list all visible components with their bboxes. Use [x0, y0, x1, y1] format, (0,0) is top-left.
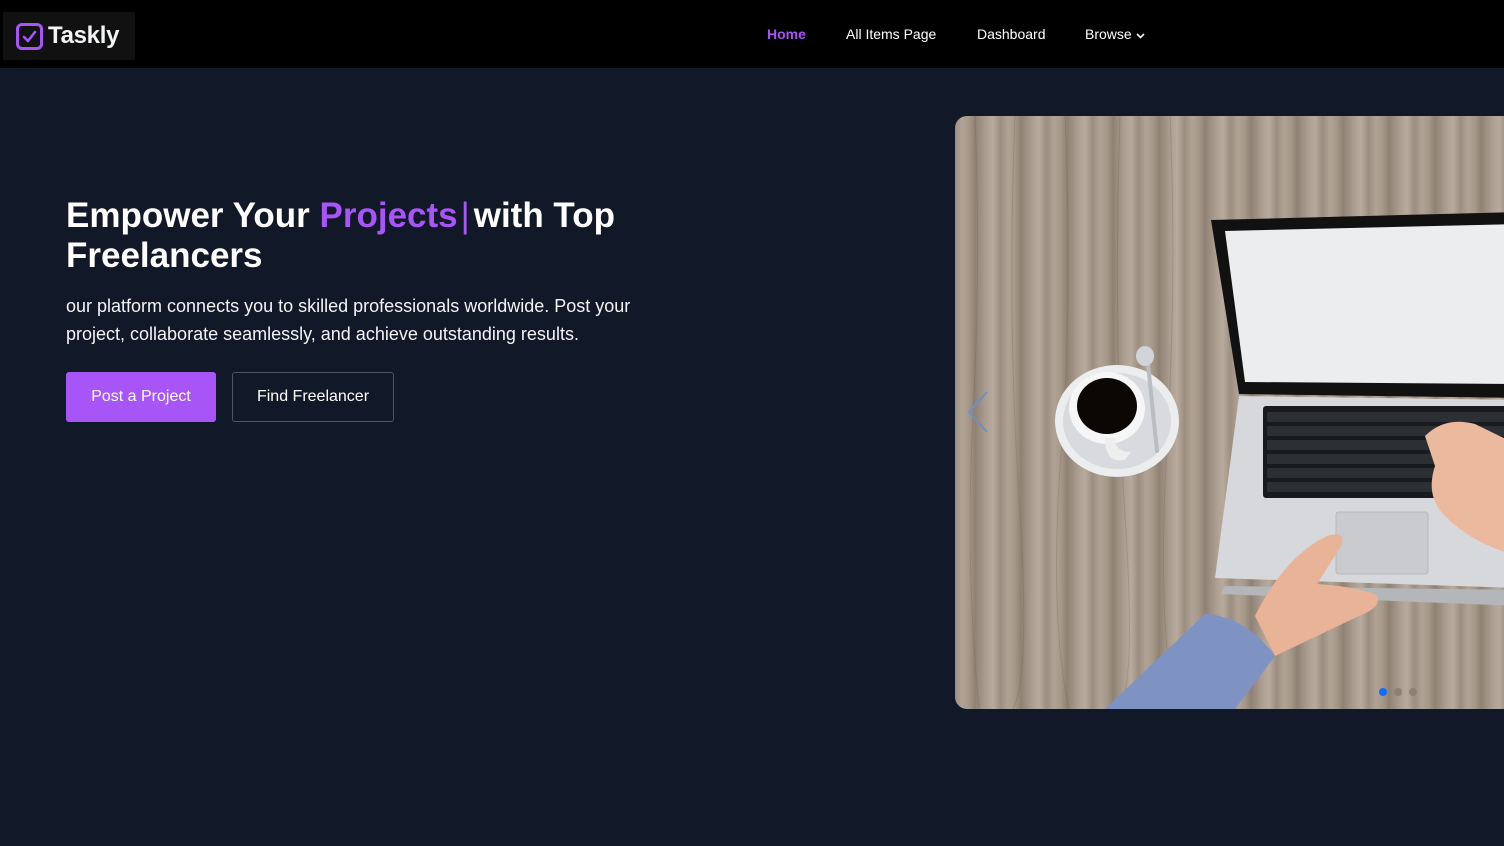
find-freelancer-button[interactable]: Find Freelancer [232, 372, 394, 422]
chevron-down-icon [1136, 26, 1145, 42]
checkbox-icon [16, 22, 43, 50]
post-project-button[interactable]: Post a Project [66, 372, 216, 422]
hero-title: Empower Your Projects| with Top Freelance… [66, 196, 686, 276]
nav-home-link[interactable]: Home [767, 26, 806, 42]
nav-all-items-link[interactable]: All Items Page [846, 26, 936, 42]
hero-title-prefix: Empower Your [66, 196, 310, 235]
nav-dashboard-link[interactable]: Dashboard [977, 26, 1046, 42]
carousel-indicators [1379, 688, 1417, 696]
nav-browse-label: Browse [1085, 26, 1132, 42]
carousel-dot-3[interactable] [1409, 688, 1417, 696]
brand-logo[interactable]: Taskly [3, 12, 135, 60]
nav-browse-dropdown[interactable]: Browse [1085, 26, 1145, 42]
brand-name: Taskly [48, 22, 120, 49]
navbar: Taskly Home All Items Page Dashboard Bro… [0, 0, 1504, 68]
hero-image-carousel[interactable] [955, 116, 1504, 709]
carousel-dot-2[interactable] [1394, 688, 1402, 696]
carousel-prev-button[interactable] [963, 388, 993, 436]
laptop-desk-image [969, 116, 1504, 709]
hero-title-accent: Projects [319, 196, 458, 235]
carousel-dot-1[interactable] [1379, 688, 1387, 696]
hero-subtitle: our platform connects you to skilled pro… [66, 296, 631, 344]
typing-cursor: | [460, 196, 470, 235]
